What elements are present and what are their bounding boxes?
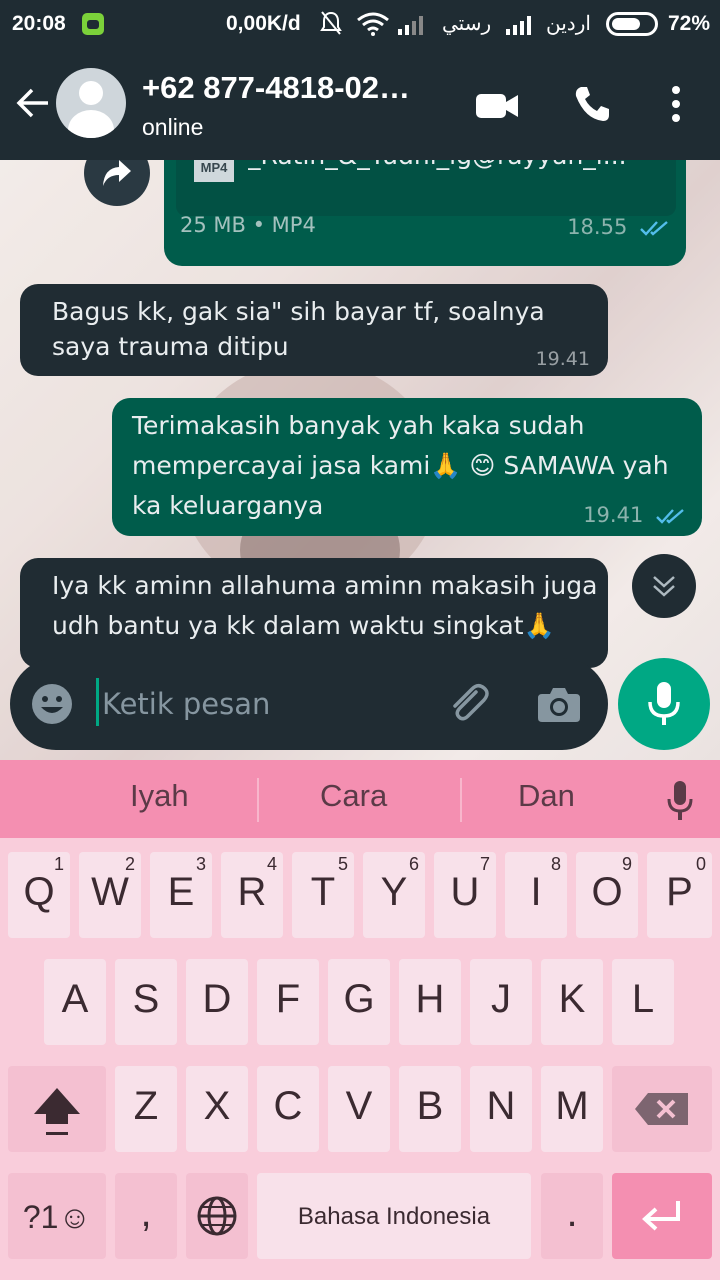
key-j[interactable]: J bbox=[470, 959, 532, 1045]
message-meta: 18.55 bbox=[567, 210, 670, 245]
double-check-icon bbox=[640, 221, 668, 236]
chat-header: +62 877-4818-02… online bbox=[0, 50, 720, 160]
voice-input-icon[interactable] bbox=[666, 780, 694, 822]
scroll-down-icon bbox=[653, 576, 675, 597]
key-u[interactable]: 7U bbox=[434, 852, 496, 938]
key-o[interactable]: 9O bbox=[576, 852, 638, 938]
camera-icon[interactable] bbox=[536, 682, 582, 726]
battery-percent: 72% bbox=[668, 12, 711, 35]
avatar[interactable] bbox=[56, 68, 126, 138]
incoming-message[interactable]: Bagus kk, gak sia" sih bayar tf, soalnya… bbox=[20, 284, 608, 376]
enter-key[interactable] bbox=[612, 1173, 712, 1259]
bell-off-icon bbox=[320, 11, 342, 35]
message-time: 19.41 bbox=[535, 348, 590, 370]
signal-icon bbox=[506, 16, 531, 35]
message-text: Bagus kk, gak sia" sih bayar tf, soalnya… bbox=[52, 297, 545, 361]
key-c[interactable]: C bbox=[257, 1066, 319, 1152]
incoming-message[interactable]: Iya kk aminn allahuma aminn makasih juga… bbox=[20, 558, 608, 668]
key-s[interactable]: S bbox=[115, 959, 177, 1045]
key-p[interactable]: 0P bbox=[647, 852, 712, 938]
status-bar: 20:08 0,00K/d رستي اردين 72% bbox=[0, 0, 720, 50]
suggestion-2[interactable]: Cara bbox=[320, 778, 387, 814]
message-text: Iya kk aminn allahuma aminn makasih juga… bbox=[52, 571, 598, 640]
voice-record-button[interactable] bbox=[618, 658, 710, 750]
message-composer bbox=[10, 658, 608, 750]
key-a[interactable]: A bbox=[44, 959, 106, 1045]
signal-icon bbox=[398, 16, 423, 35]
scroll-down-button[interactable] bbox=[632, 554, 696, 618]
forward-icon bbox=[103, 160, 131, 186]
shift-icon bbox=[34, 1088, 80, 1135]
key-t[interactable]: 5T bbox=[292, 852, 354, 938]
key-h[interactable]: H bbox=[399, 959, 461, 1045]
key-r[interactable]: 4R bbox=[221, 852, 283, 938]
key-y[interactable]: 6Y bbox=[363, 852, 425, 938]
key-m[interactable]: M bbox=[541, 1066, 603, 1152]
wifi-icon bbox=[357, 12, 389, 36]
keyboard: Iyah Cara Dan 1Q 2W 3E 4R 5T 6Y 7U 8I 9O… bbox=[0, 760, 720, 1280]
more-vert-icon[interactable] bbox=[664, 84, 688, 124]
key-g[interactable]: G bbox=[328, 959, 390, 1045]
file-info: 25 MB • MP4 bbox=[180, 213, 316, 237]
backspace-key[interactable] bbox=[612, 1066, 712, 1152]
file-name: _Ratih_&_Yudhi_ig@rayyan_i... bbox=[248, 160, 668, 173]
mp4-file-icon: MP4 bbox=[194, 160, 234, 182]
key-w[interactable]: 2W bbox=[79, 852, 141, 938]
key-b[interactable]: B bbox=[399, 1066, 461, 1152]
key-e[interactable]: 3E bbox=[150, 852, 212, 938]
comma-key[interactable]: , bbox=[115, 1173, 177, 1259]
globe-icon bbox=[197, 1196, 237, 1236]
message-time: 18.55 bbox=[567, 215, 628, 239]
key-z[interactable]: Z bbox=[115, 1066, 177, 1152]
network-speed: 0,00K/d bbox=[226, 12, 301, 35]
phone-icon[interactable] bbox=[572, 84, 612, 124]
key-k[interactable]: K bbox=[541, 959, 603, 1045]
enter-icon bbox=[642, 1201, 680, 1231]
contact-name[interactable]: +62 877-4818-02… bbox=[142, 70, 410, 106]
emoji-icon[interactable] bbox=[30, 682, 74, 726]
backspace-icon bbox=[635, 1093, 688, 1125]
key-v[interactable]: V bbox=[328, 1066, 390, 1152]
key-l[interactable]: L bbox=[612, 959, 674, 1045]
period-key[interactable]: . bbox=[541, 1173, 603, 1259]
outgoing-message[interactable]: Terimakasih banyak yah kaka sudah memper… bbox=[112, 398, 702, 536]
symbols-key[interactable]: ?1☺ bbox=[8, 1173, 106, 1259]
battery-icon bbox=[606, 12, 658, 36]
mic-icon bbox=[648, 682, 680, 725]
video-call-icon[interactable] bbox=[474, 90, 520, 122]
suggestion-1[interactable]: Iyah bbox=[130, 778, 189, 814]
key-n[interactable]: N bbox=[470, 1066, 532, 1152]
language-key[interactable] bbox=[186, 1173, 248, 1259]
operator-1: رستي bbox=[442, 13, 492, 35]
message-input[interactable] bbox=[96, 680, 436, 728]
double-check-icon bbox=[656, 509, 684, 524]
back-arrow-icon[interactable] bbox=[14, 84, 52, 122]
key-q[interactable]: 1Q bbox=[8, 852, 70, 938]
attach-icon[interactable] bbox=[446, 682, 492, 728]
message-time: 19.41 bbox=[583, 503, 644, 527]
key-f[interactable]: F bbox=[257, 959, 319, 1045]
status-time: 20:08 bbox=[12, 12, 66, 35]
key-x[interactable]: X bbox=[186, 1066, 248, 1152]
suggestion-bar: Iyah Cara Dan bbox=[0, 760, 720, 838]
space-key[interactable]: Bahasa Indonesia bbox=[257, 1173, 531, 1259]
notification-app-icon bbox=[82, 13, 104, 35]
file-message[interactable]: MP4 _Ratih_&_Yudhi_ig@rayyan_i... 25 MB … bbox=[164, 160, 686, 266]
shift-key[interactable] bbox=[8, 1066, 106, 1152]
key-d[interactable]: D bbox=[186, 959, 248, 1045]
key-i[interactable]: 8I bbox=[505, 852, 567, 938]
suggestion-3[interactable]: Dan bbox=[518, 778, 575, 814]
presence-status: online bbox=[142, 114, 204, 140]
message-meta: 19.41 bbox=[583, 498, 686, 533]
operator-2: اردين bbox=[546, 13, 591, 35]
